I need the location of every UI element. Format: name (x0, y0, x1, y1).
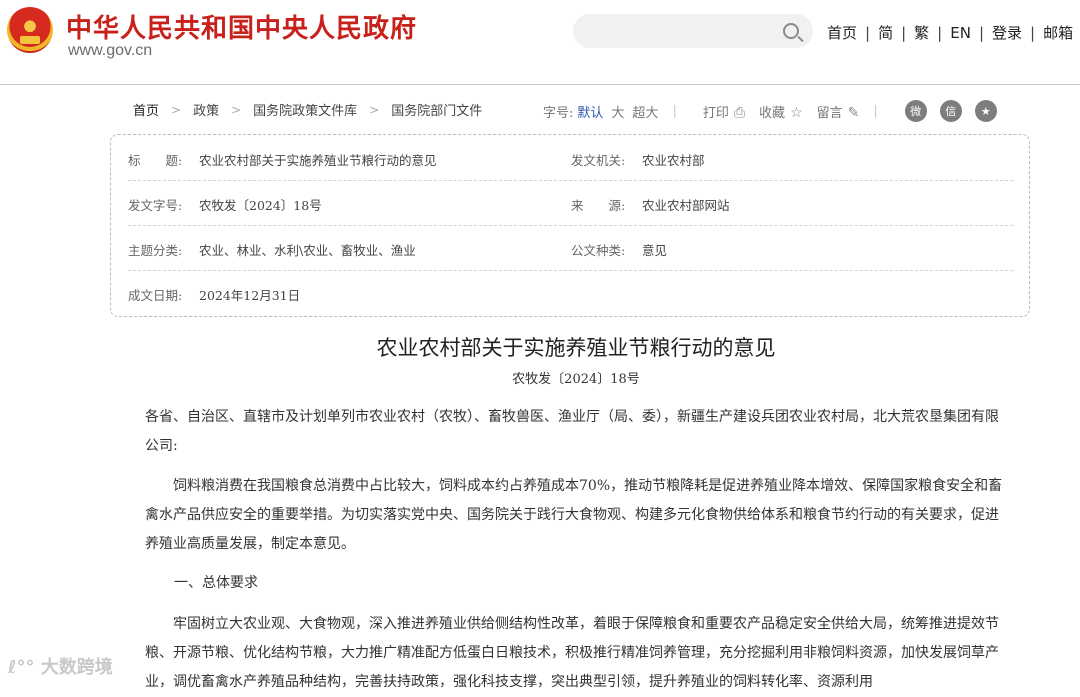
metadata-row: 标 题: 农业农村部关于实施养殖业节粮行动的意见 发文机关: 农业农村部 (128, 135, 1013, 181)
toolbar-divider: | (873, 103, 878, 119)
font-size-large[interactable]: 大 (611, 102, 624, 121)
search-input[interactable] (573, 14, 813, 48)
metadata-row: 成文日期: 2024年12月31日 (128, 270, 1013, 315)
docno-value: 农牧发〔2024〕18号 (199, 198, 322, 213)
wechat-icon[interactable]: 信 (939, 100, 962, 122)
article-addressee: 各省、自治区、直辖市及计划单列市农业农村（农牧）、畜牧兽医、渔业厅（局、委），新… (145, 409, 999, 454)
font-size-default[interactable]: 默认 (577, 102, 603, 121)
site-title[interactable]: 中华人民共和国中央人民政府 (66, 8, 417, 45)
type-label: 公文种类: (571, 243, 626, 258)
topic-value: 农业、林业、水利\农业、畜牧业、渔业 (199, 243, 416, 258)
nav-divider: | (901, 23, 907, 42)
breadcrumb-home[interactable]: 首页 (133, 100, 159, 119)
favorite-button[interactable]: 收藏 ☆ (759, 102, 803, 121)
chevron-right-icon: > (171, 102, 182, 117)
article-title: 农业农村部关于实施养殖业节粮行动的意见 (376, 336, 776, 360)
printer-icon: ⎙ (733, 104, 746, 121)
issuer-value: 农业农村部 (642, 153, 705, 168)
title-value: 农业农村部关于实施养殖业节粮行动的意见 (199, 153, 437, 168)
site-domain: www.gov.cn (68, 42, 153, 59)
toolbar-divider: | (672, 103, 677, 119)
title-label: 标 题: (128, 153, 183, 168)
article-toolbar: 字号: 默认 大 超大 | 打印 ⎙ 收藏 ☆ 留言 ✎ | 微 信 ★ (543, 100, 997, 122)
metadata-row: 主题分类: 农业、林业、水利\农业、畜牧业、渔业 公文种类: 意见 (128, 225, 1013, 271)
favorite-label: 收藏 (759, 105, 786, 121)
watermark-icon: ℓ°° (8, 657, 35, 678)
search-icon[interactable] (783, 23, 799, 39)
pencil-icon: ✎ (847, 104, 860, 121)
article-paragraph: 饲料粮消费在我国粮食总消费中占比较大，饲料成本约占养殖成本70%，推动节粮降耗是… (145, 478, 1003, 552)
section-heading: 一、总体要求 (174, 575, 258, 591)
article-doc-number: 农牧发〔2024〕18号 (512, 372, 640, 387)
date-label: 成文日期: (128, 288, 183, 303)
site-header: 中华人民共和国中央人民政府 www.gov.cn 首页 | 简 | 繁 | EN | 登… (0, 0, 1080, 85)
source-label: 来 源: (571, 198, 626, 213)
weibo-icon[interactable]: 微 (904, 100, 927, 122)
comment-button[interactable]: 留言 ✎ (817, 102, 860, 121)
metadata-row: 发文字号: 农牧发〔2024〕18号 来 源: 农业农村部网站 (128, 180, 1013, 226)
issuer-label: 发文机关: (571, 153, 626, 168)
star-outline-icon: ☆ (790, 104, 803, 121)
breadcrumb-policy-library[interactable]: 国务院政策文件库 (253, 100, 357, 119)
nav-divider: | (937, 23, 943, 42)
topic-label: 主题分类: (128, 243, 183, 258)
chevron-right-icon: > (369, 102, 380, 117)
nav-simplified[interactable]: 简 (878, 22, 893, 43)
nav-mailbox[interactable]: 邮箱 (1043, 22, 1073, 43)
print-label: 打印 (702, 105, 729, 121)
breadcrumb-policy[interactable]: 政策 (193, 100, 219, 119)
nav-traditional[interactable]: 繁 (914, 22, 929, 43)
document-metadata: 标 题: 农业农村部关于实施养殖业节粮行动的意见 发文机关: 农业农村部 发文字… (110, 134, 1030, 317)
watermark-logo: ℓ°° 大数跨境 (8, 653, 113, 679)
breadcrumb: 首页 > 政策 > 国务院政策文件库 > 国务院部门文件 (133, 100, 482, 120)
nav-divider: | (865, 23, 871, 42)
type-value: 意见 (642, 243, 668, 258)
top-nav: 首页 | 简 | 繁 | EN | 登录 | 邮箱 (827, 22, 1073, 43)
comment-label: 留言 (816, 105, 843, 121)
nav-home[interactable]: 首页 (827, 22, 857, 43)
nav-divider: | (1030, 23, 1036, 42)
chevron-right-icon: > (231, 102, 242, 117)
source-value: 农业农村部网站 (642, 198, 730, 213)
font-size-xlarge[interactable]: 超大 (632, 102, 658, 121)
breadcrumb-department-docs[interactable]: 国务院部门文件 (391, 100, 482, 119)
font-size-label: 字号: (543, 105, 574, 121)
print-button[interactable]: 打印 ⎙ (703, 102, 745, 121)
nav-divider: | (978, 23, 984, 42)
watermark-text: 大数跨境 (40, 657, 113, 678)
star-icon[interactable]: ★ (974, 100, 997, 122)
nav-english[interactable]: EN (950, 24, 971, 42)
article-paragraph: 牢固树立大农业观、大食物观，深入推进养殖业供给侧结构性改革，着眼于保障粮食和重要… (145, 616, 999, 690)
national-emblem-icon[interactable] (7, 7, 53, 53)
date-value: 2024年12月31日 (199, 288, 301, 303)
nav-login[interactable]: 登录 (992, 22, 1022, 43)
docno-label: 发文字号: (128, 198, 183, 213)
